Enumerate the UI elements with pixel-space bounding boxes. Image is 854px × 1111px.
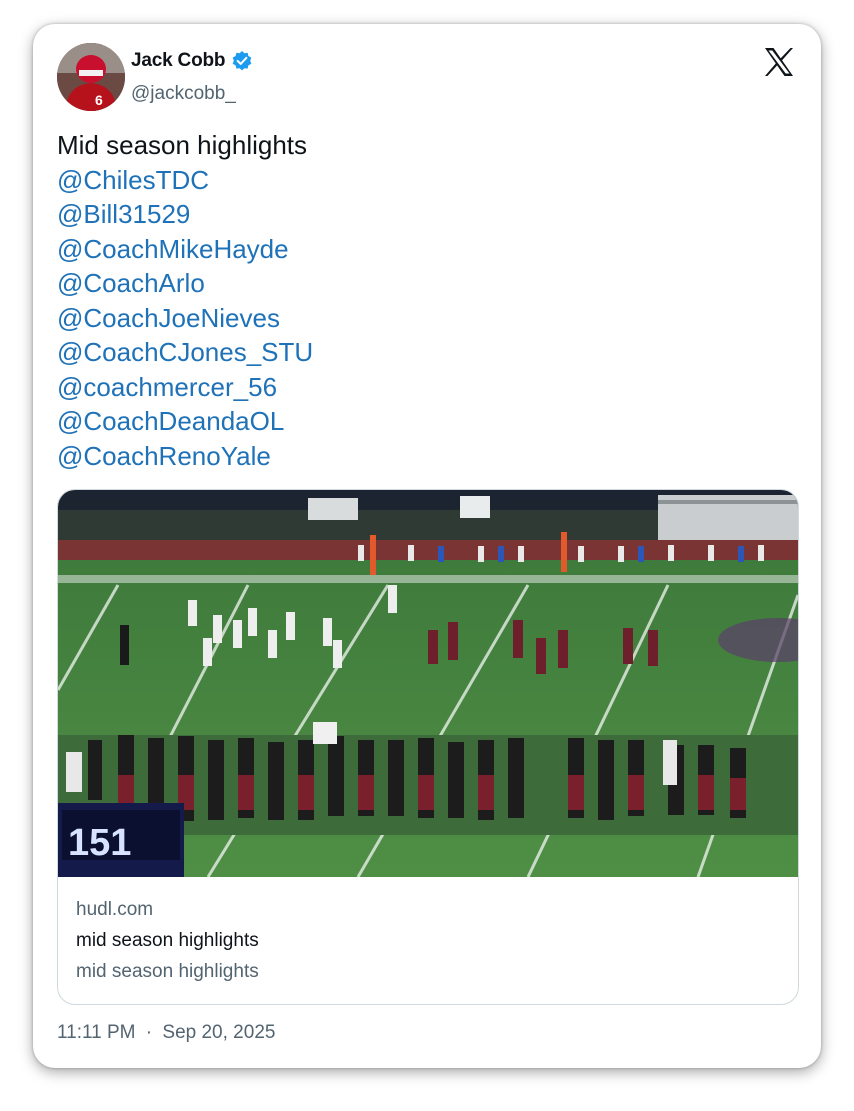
mention-link[interactable]: @coachmercer_56: [57, 370, 797, 405]
tweet-text: Mid season highlights: [57, 130, 308, 160]
timestamp-time: 11:11 PM: [57, 1022, 136, 1043]
tweet-timestamp[interactable]: 11:11 PM · Sep 20, 2025: [57, 1022, 275, 1044]
mention-link[interactable]: @CoachMikeHayde: [57, 232, 797, 267]
verified-badge-icon: [231, 50, 253, 72]
link-preview-card[interactable]: 151 hudl.com mid season highlights mid s…: [57, 489, 799, 1005]
mention-link[interactable]: @CoachJoeNieves: [57, 301, 797, 336]
link-title[interactable]: mid season highlights: [76, 928, 776, 959]
scoreboard-text: 151: [68, 822, 131, 864]
author-name[interactable]: Jack Cobb: [131, 50, 225, 72]
mention-link[interactable]: @CoachArlo: [57, 266, 797, 301]
avatar-photo-icon: 6: [57, 43, 125, 111]
mention-link[interactable]: @ChilesTDC: [57, 163, 797, 198]
link-domain: hudl.com: [76, 899, 154, 920]
author-avatar[interactable]: 6: [57, 43, 125, 111]
link-card-meta: hudl.com mid season highlights mid seaso…: [76, 897, 776, 985]
author-name-row: Jack Cobb: [131, 50, 253, 72]
tweet-card: 6 Jack Cobb @jackcobb_ Mid season highli…: [33, 24, 821, 1068]
x-logo-icon[interactable]: [763, 46, 795, 78]
tweet-body: Mid season highlights @ChilesTDC @Bill31…: [57, 128, 797, 473]
mention-link[interactable]: @CoachDeandaOL: [57, 404, 797, 439]
timestamp-separator: ·: [145, 1022, 153, 1043]
mention-link[interactable]: @Bill31529: [57, 197, 797, 232]
football-highlight-thumbnail[interactable]: 151: [58, 490, 798, 877]
svg-text:6: 6: [95, 92, 103, 108]
timestamp-date: Sep 20, 2025: [162, 1022, 276, 1043]
mention-link[interactable]: @CoachRenoYale: [57, 439, 797, 474]
link-description: mid season highlights: [76, 961, 259, 982]
author-handle[interactable]: @jackcobb_: [131, 83, 236, 105]
mention-link[interactable]: @CoachCJones_STU: [57, 335, 797, 370]
